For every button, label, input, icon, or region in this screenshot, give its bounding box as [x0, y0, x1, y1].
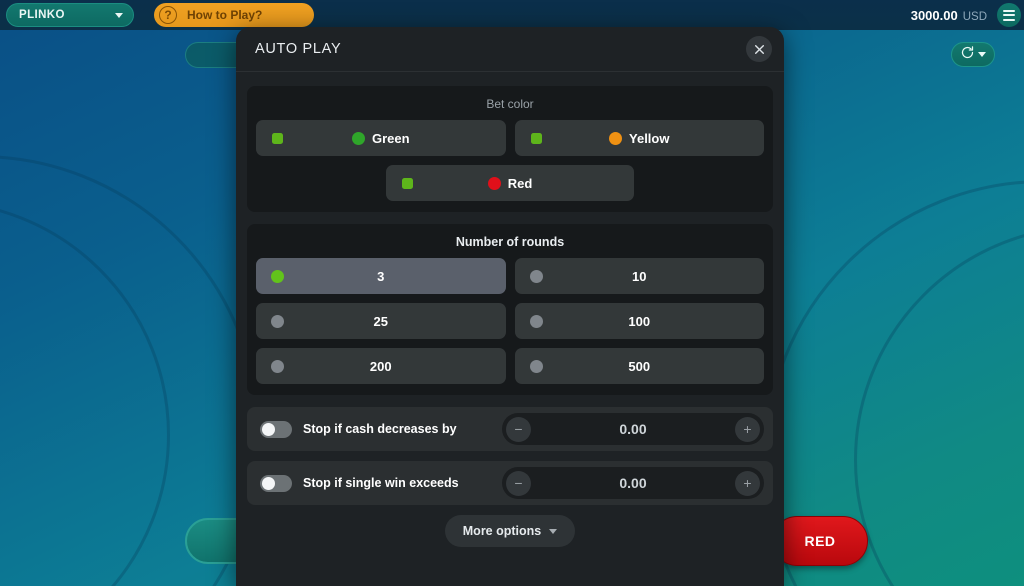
- game-selector[interactable]: PLINKO: [6, 3, 134, 27]
- dialog-header: AUTO PLAY: [236, 27, 784, 72]
- toggle-knob: [262, 422, 275, 436]
- bet-color-label: Green: [371, 130, 410, 146]
- bet-color-row: Green Yellow: [256, 120, 764, 156]
- radio-selected-icon: [271, 269, 284, 283]
- yellow-swatch-icon: [609, 131, 623, 145]
- selection-square-icon: [402, 177, 413, 189]
- rounds-label: 10: [632, 268, 647, 284]
- rounds-option-100[interactable]: 100: [514, 303, 764, 339]
- balance-display: 3000.00 USD: [911, 8, 987, 23]
- how-to-play-label: How to Play?: [187, 8, 263, 22]
- history-button[interactable]: [951, 42, 995, 67]
- bet-color-title: Bet color: [486, 97, 534, 111]
- rounds-label: 25: [373, 313, 388, 329]
- chevron-down-icon: [978, 52, 986, 57]
- stop-cash-decrease-label: Stop if cash decreases by: [303, 422, 457, 436]
- stop-cash-decrease-stepper: − 0.00 +: [502, 413, 764, 445]
- how-to-play-button[interactable]: ? How to Play?: [154, 3, 314, 27]
- rounds-label: 500: [628, 358, 651, 374]
- dialog-body: Bet color Green Yellow Red Number of rou…: [236, 72, 784, 547]
- more-options-label: More options: [462, 524, 542, 538]
- selection-square-icon: [530, 132, 542, 144]
- bet-color-option-green[interactable]: Green: [256, 120, 506, 156]
- rounds-option-10[interactable]: 10: [514, 258, 764, 294]
- minus-icon[interactable]: −: [506, 470, 531, 496]
- bet-color-panel: Bet color Green Yellow Red: [247, 86, 773, 212]
- stop-cash-decrease-toggle[interactable]: [260, 420, 292, 438]
- radio-icon: [271, 314, 284, 328]
- bet-color-label: Yellow: [629, 130, 670, 146]
- stop-single-win-value[interactable]: 0.00: [531, 475, 735, 491]
- question-mark-icon: ?: [159, 6, 177, 24]
- game-selector-label: PLINKO: [19, 9, 65, 21]
- rounds-option-200[interactable]: 200: [256, 348, 506, 384]
- radio-icon: [529, 269, 543, 283]
- stop-condition-row-cash-decrease: Stop if cash decreases by − 0.00 +: [247, 407, 773, 451]
- bet-color-row: Red: [256, 165, 764, 201]
- radio-icon: [529, 359, 543, 373]
- chevron-down-icon: [115, 12, 123, 18]
- radio-icon: [271, 359, 284, 373]
- radio-icon: [529, 314, 543, 328]
- stop-single-win-label: Stop if single win exceeds: [303, 476, 459, 490]
- stop-single-win-stepper: − 0.00 +: [502, 467, 764, 499]
- rounds-row: 25 100: [256, 303, 764, 339]
- history-refresh-icon: [960, 45, 975, 65]
- bet-color-label: Red: [507, 175, 533, 191]
- bet-color-option-red[interactable]: Red: [386, 165, 634, 201]
- dialog-title: AUTO PLAY: [255, 41, 342, 57]
- rounds-row: 3 10: [256, 258, 764, 294]
- red-swatch-icon: [487, 176, 501, 190]
- toggle-knob: [262, 476, 275, 490]
- green-swatch-icon: [351, 131, 365, 145]
- stop-single-win-toggle[interactable]: [260, 474, 292, 492]
- rounds-option-500[interactable]: 500: [514, 348, 764, 384]
- hamburger-menu-icon[interactable]: [997, 3, 1021, 27]
- rounds-label: 3: [377, 268, 385, 284]
- number-of-rounds-title: Number of rounds: [455, 235, 565, 249]
- red-bet-button[interactable]: RED: [772, 516, 868, 566]
- rounds-row: 200 500: [256, 348, 764, 384]
- balance-amount: 3000.00: [910, 7, 958, 23]
- stop-condition-row-single-win: Stop if single win exceeds − 0.00 +: [247, 461, 773, 505]
- rounds-label: 200: [369, 358, 392, 374]
- auto-play-dialog: AUTO PLAY Bet color Green Yellow Red Num…: [236, 27, 784, 586]
- balance-currency: USD: [962, 10, 987, 23]
- rounds-option-3[interactable]: 3: [256, 258, 506, 294]
- selection-square-icon: [272, 132, 283, 144]
- stop-cash-decrease-value[interactable]: 0.00: [531, 421, 735, 437]
- close-icon[interactable]: [746, 36, 772, 62]
- red-bet-button-label: RED: [804, 533, 836, 549]
- number-of-rounds-panel: Number of rounds 3 10 25 100 200 500: [247, 224, 773, 395]
- rounds-label: 100: [628, 313, 651, 329]
- plus-icon[interactable]: +: [735, 416, 760, 442]
- chevron-down-icon: [549, 528, 558, 534]
- rounds-option-25[interactable]: 25: [256, 303, 506, 339]
- minus-icon[interactable]: −: [506, 416, 531, 442]
- bet-color-option-yellow[interactable]: Yellow: [514, 120, 764, 156]
- more-options-button[interactable]: More options: [445, 515, 575, 547]
- plus-icon[interactable]: +: [735, 470, 760, 496]
- top-bar: PLINKO ? How to Play? 3000.00 USD: [0, 0, 1024, 30]
